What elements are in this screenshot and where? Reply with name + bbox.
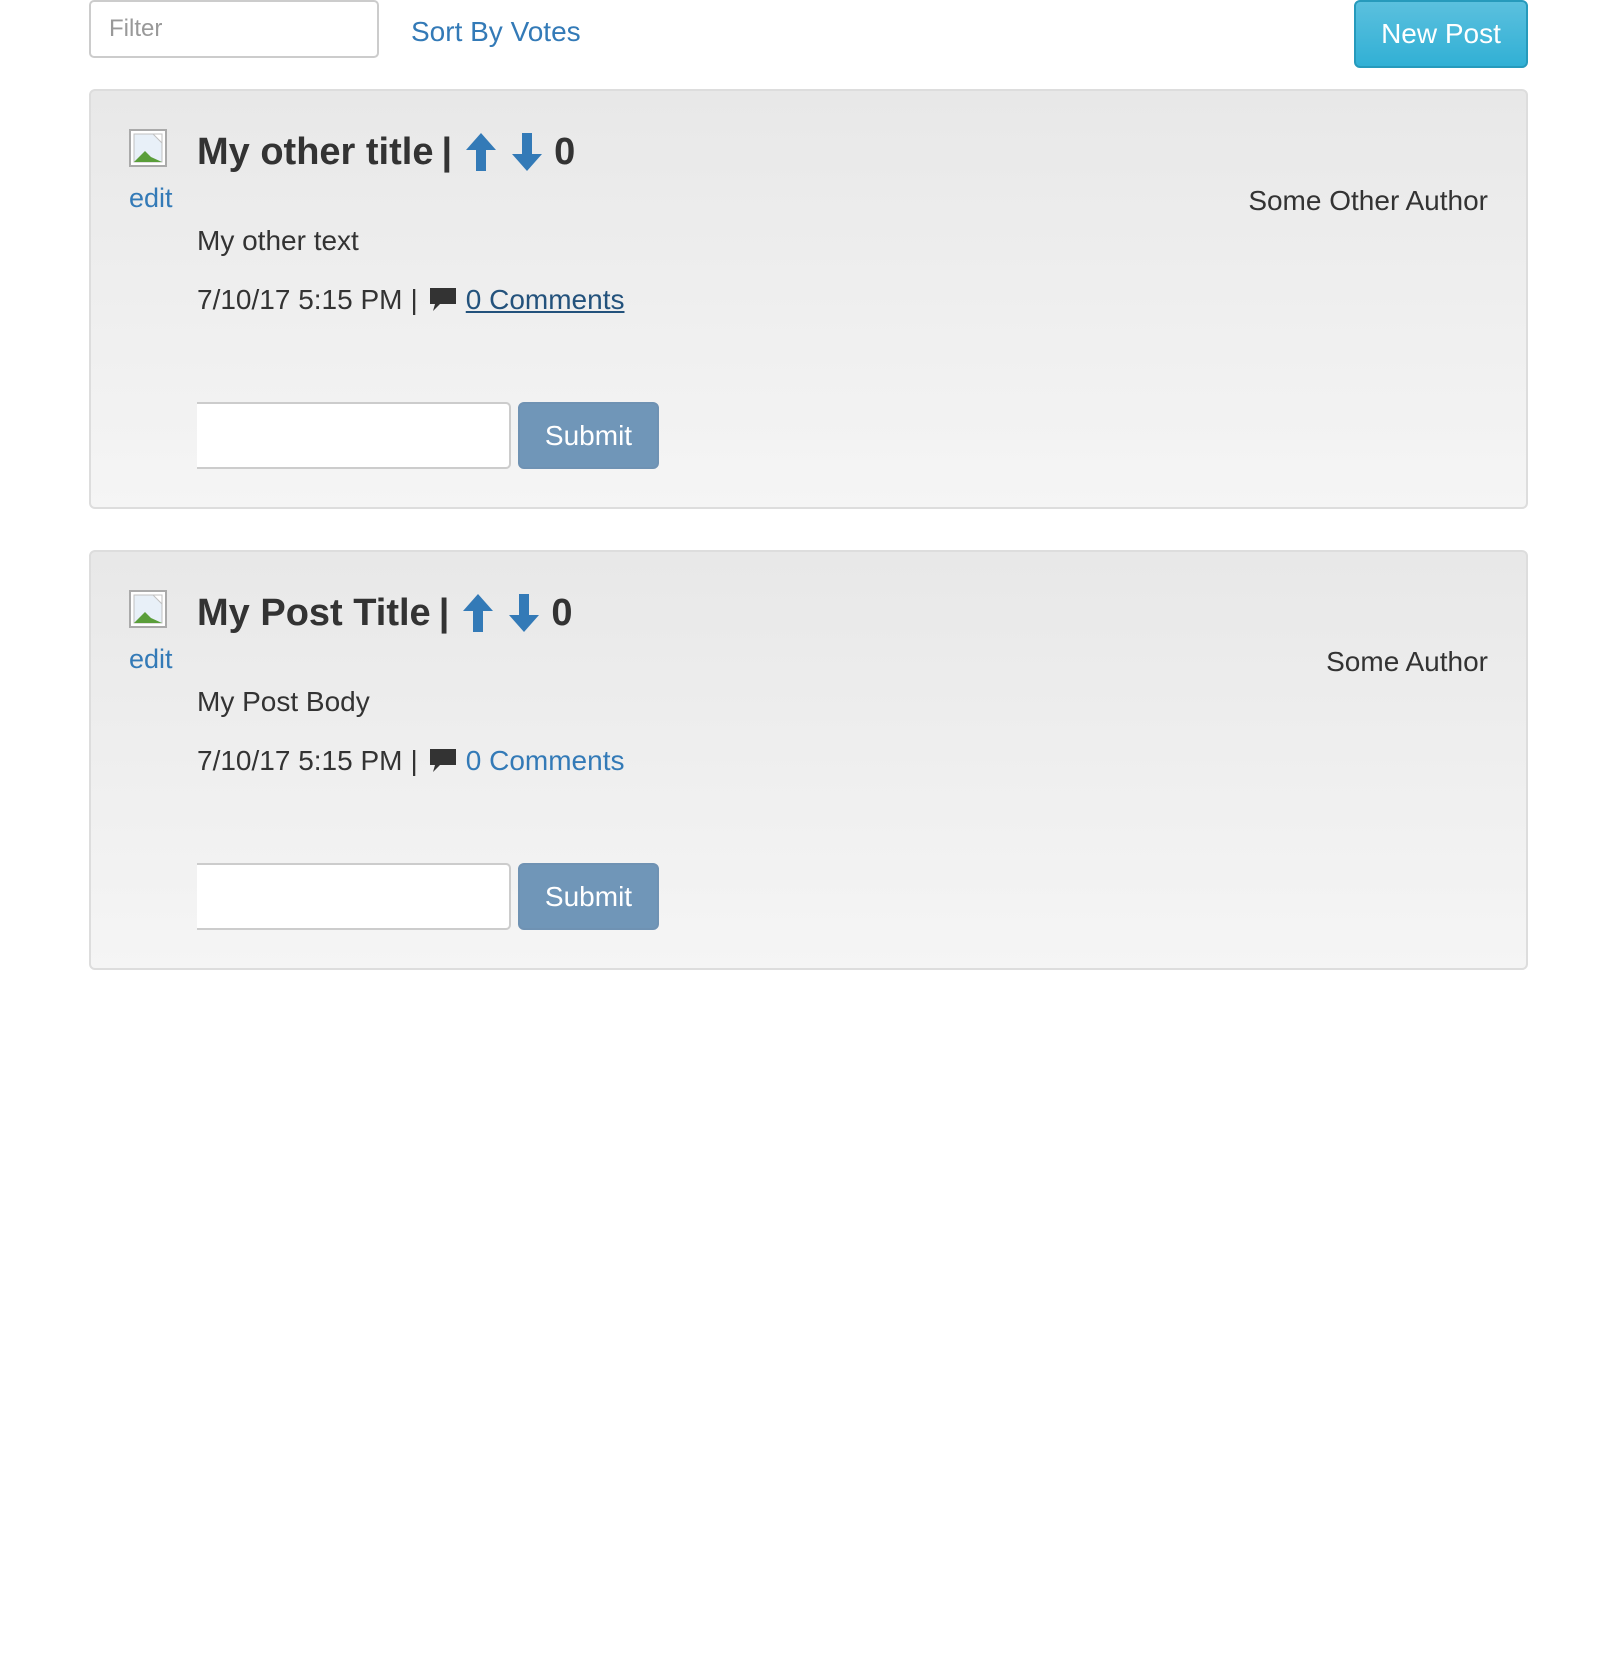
post-title-row: My other title | 0 — [197, 127, 575, 177]
comments-link[interactable]: 0 Comments — [466, 745, 625, 777]
post-author: Some Other Author — [1248, 185, 1488, 216]
meta-separator: | — [410, 284, 418, 315]
comment-input[interactable] — [197, 863, 511, 930]
arrow-down-icon[interactable] — [510, 131, 544, 173]
broken-image-icon — [129, 590, 167, 628]
arrow-up-icon[interactable] — [464, 131, 498, 173]
post-title-row: My Post Title | 0 — [197, 588, 572, 638]
comments-link[interactable]: 0 Comments — [466, 284, 625, 316]
sort-by-votes-link[interactable]: Sort By Votes — [411, 16, 581, 48]
title-separator: | — [438, 591, 450, 634]
comment-input[interactable] — [197, 402, 511, 469]
meta-separator: | — [410, 745, 418, 776]
vote-count: 0 — [554, 130, 576, 173]
toolbar: Sort By Votes New Post — [0, 0, 1614, 70]
submit-button[interactable]: Submit — [518, 863, 659, 930]
arrow-up-icon[interactable] — [461, 592, 495, 634]
edit-link[interactable]: edit — [129, 183, 173, 214]
comment-icon — [428, 286, 458, 314]
comment-icon — [428, 747, 458, 775]
post-meta: 7/10/17 5:15 PM | 0 Comments — [197, 284, 624, 316]
post-timestamp: 7/10/17 5:15 PM — [197, 284, 403, 315]
post-meta: 7/10/17 5:15 PM | 0 Comments — [197, 745, 624, 777]
submit-button[interactable]: Submit — [518, 402, 659, 469]
post-timestamp: 7/10/17 5:15 PM — [197, 745, 403, 776]
post-body: My Post Body — [197, 686, 370, 717]
post-title: My Post Title — [197, 591, 431, 634]
edit-link[interactable]: edit — [129, 644, 173, 675]
title-separator: | — [441, 130, 453, 173]
broken-image-icon — [129, 129, 167, 167]
post-body: My other text — [197, 225, 359, 256]
filter-input[interactable] — [89, 0, 379, 58]
post-author: Some Author — [1326, 646, 1488, 677]
post-title: My other title — [197, 130, 434, 173]
vote-count: 0 — [551, 591, 573, 634]
post-card: edit My other title | 0 Some Other Autho… — [89, 89, 1528, 509]
new-post-button[interactable]: New Post — [1354, 0, 1528, 68]
arrow-down-icon[interactable] — [507, 592, 541, 634]
post-card: edit My Post Title | 0 Some Author My Po… — [89, 550, 1528, 970]
